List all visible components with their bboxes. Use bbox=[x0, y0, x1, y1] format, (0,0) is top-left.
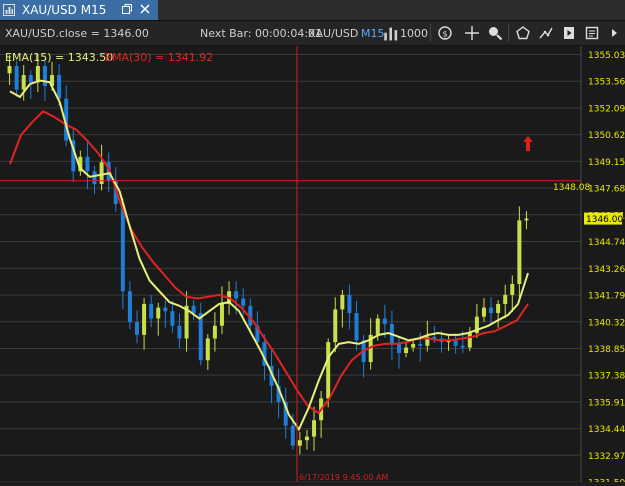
toolbar-separator bbox=[508, 24, 509, 42]
svg-text:$: $ bbox=[442, 30, 447, 39]
candle-body bbox=[234, 291, 239, 299]
chart-toolbar: XAU/USD.close = 1346.00 Next Bar: 00:00:… bbox=[0, 21, 625, 46]
candle-body bbox=[42, 65, 47, 86]
candle-body bbox=[517, 220, 522, 284]
candle-body bbox=[163, 307, 168, 312]
ema30-legend: EMA(30) = 1341.92 bbox=[105, 51, 214, 64]
candle-body bbox=[411, 343, 416, 348]
price-tick-label: 1334.44 bbox=[588, 425, 625, 435]
price-tick-label: 1349.15 bbox=[588, 158, 625, 168]
bars-icon bbox=[383, 25, 398, 41]
symbol-selector[interactable]: XAU/USD bbox=[308, 27, 358, 40]
zoom-icon[interactable] bbox=[486, 24, 504, 42]
price-tick-label: 1347.68 bbox=[588, 185, 625, 195]
candle-body bbox=[28, 75, 33, 83]
candle-body bbox=[142, 303, 147, 335]
bar-count-field[interactable]: 1000 bbox=[400, 27, 428, 40]
next-bar-countdown: Next Bar: 00:00:04:01 bbox=[200, 27, 323, 40]
candle-body bbox=[481, 307, 486, 317]
candle-body bbox=[127, 291, 132, 323]
series-value-label: XAU/USD.close = 1346.00 bbox=[5, 27, 149, 40]
candle-body bbox=[397, 343, 401, 354]
price-tick-label: 1337.38 bbox=[588, 372, 625, 382]
chart-icon bbox=[3, 4, 15, 16]
candle-body bbox=[149, 303, 154, 319]
candle-body bbox=[177, 325, 182, 339]
more-icon[interactable] bbox=[606, 24, 624, 42]
candle-body bbox=[375, 318, 380, 335]
price-chart[interactable]: 1355.03 1353.56 1352.09 1350.62 1349.15 1347.… bbox=[0, 46, 625, 486]
price-tick-label: 1338.85 bbox=[588, 345, 625, 355]
candle-body bbox=[460, 345, 465, 348]
candle-body bbox=[496, 303, 501, 314]
price-tick-label: 1343.26 bbox=[588, 265, 625, 275]
candle-body bbox=[382, 318, 387, 324]
candle-body bbox=[85, 156, 90, 172]
candle-body bbox=[404, 347, 409, 354]
candle-body bbox=[92, 171, 97, 185]
price-tick-label: 1340.32 bbox=[588, 318, 625, 328]
price-tick-label: 1355.03 bbox=[588, 51, 625, 61]
price-tick-label: 1335.91 bbox=[588, 398, 625, 408]
candle-body bbox=[453, 340, 458, 346]
candle-body bbox=[219, 303, 224, 326]
price-tick-label: 1353.56 bbox=[588, 78, 625, 88]
trend-tools-icon[interactable] bbox=[537, 24, 555, 42]
properties-icon[interactable] bbox=[583, 24, 601, 42]
play-icon[interactable] bbox=[560, 24, 578, 42]
candle-body bbox=[212, 325, 217, 339]
candle-body bbox=[418, 343, 423, 346]
candle-body bbox=[340, 294, 345, 310]
candle-body bbox=[510, 283, 515, 295]
candle-body bbox=[135, 322, 139, 335]
candle-body bbox=[205, 338, 210, 361]
crosshair-icon[interactable] bbox=[463, 24, 481, 42]
candle-body bbox=[191, 305, 196, 314]
timeframe-selector[interactable]: M15 bbox=[361, 27, 385, 40]
candle-body bbox=[304, 436, 309, 441]
candle-body bbox=[290, 425, 295, 446]
close-icon[interactable] bbox=[138, 2, 152, 16]
price-tick-label: 1341.79 bbox=[588, 292, 625, 302]
chart-tab-title: XAU/USD M15 bbox=[22, 3, 107, 17]
sync-icon[interactable]: $ bbox=[436, 24, 454, 42]
restore-icon[interactable] bbox=[120, 2, 134, 16]
candle-body bbox=[467, 333, 472, 348]
candle-body bbox=[120, 204, 125, 292]
candle-body bbox=[21, 75, 26, 90]
candle-body bbox=[524, 218, 529, 221]
candle-body bbox=[312, 420, 317, 437]
candle-body bbox=[170, 311, 175, 326]
candle-body bbox=[241, 298, 246, 306]
ema15-legend: EMA(15) = 1343.50 bbox=[5, 51, 114, 64]
candle-body bbox=[354, 313, 359, 341]
candle-body bbox=[7, 65, 12, 74]
pentagon-shape-icon[interactable] bbox=[514, 24, 532, 42]
price-tick-label: 1352.09 bbox=[588, 104, 625, 114]
price-tick-label: 1344.74 bbox=[588, 238, 625, 248]
candle-body bbox=[503, 294, 508, 304]
candle-body bbox=[156, 307, 161, 319]
candle-body bbox=[14, 65, 19, 90]
chart-tab[interactable]: XAU/USD M15 bbox=[0, 0, 158, 20]
price-tick-label: 1331.50 bbox=[588, 479, 625, 483]
crosshair-price-label: 1348.08 bbox=[553, 183, 590, 193]
toolbar-separator bbox=[430, 24, 431, 42]
candle-body bbox=[347, 294, 352, 314]
candle-body bbox=[326, 342, 331, 399]
candle-body bbox=[333, 309, 338, 343]
chart-canvas[interactable]: 1355.03 1353.56 1352.09 1350.62 1349.15 1347.… bbox=[0, 46, 625, 486]
title-bar: XAU/USD M15 bbox=[0, 0, 625, 21]
current-price-label: 1346.00 bbox=[586, 215, 623, 225]
candle-body bbox=[57, 75, 62, 99]
candle-body bbox=[489, 307, 494, 314]
candle-body bbox=[297, 440, 302, 446]
crosshair-time-label: 6/17/2019 9:45:00 AM bbox=[299, 473, 388, 482]
chart-background bbox=[0, 46, 625, 482]
price-tick-label: 1332.97 bbox=[588, 452, 625, 462]
price-tick-label: 1350.62 bbox=[588, 131, 625, 141]
candle-body bbox=[198, 313, 203, 361]
